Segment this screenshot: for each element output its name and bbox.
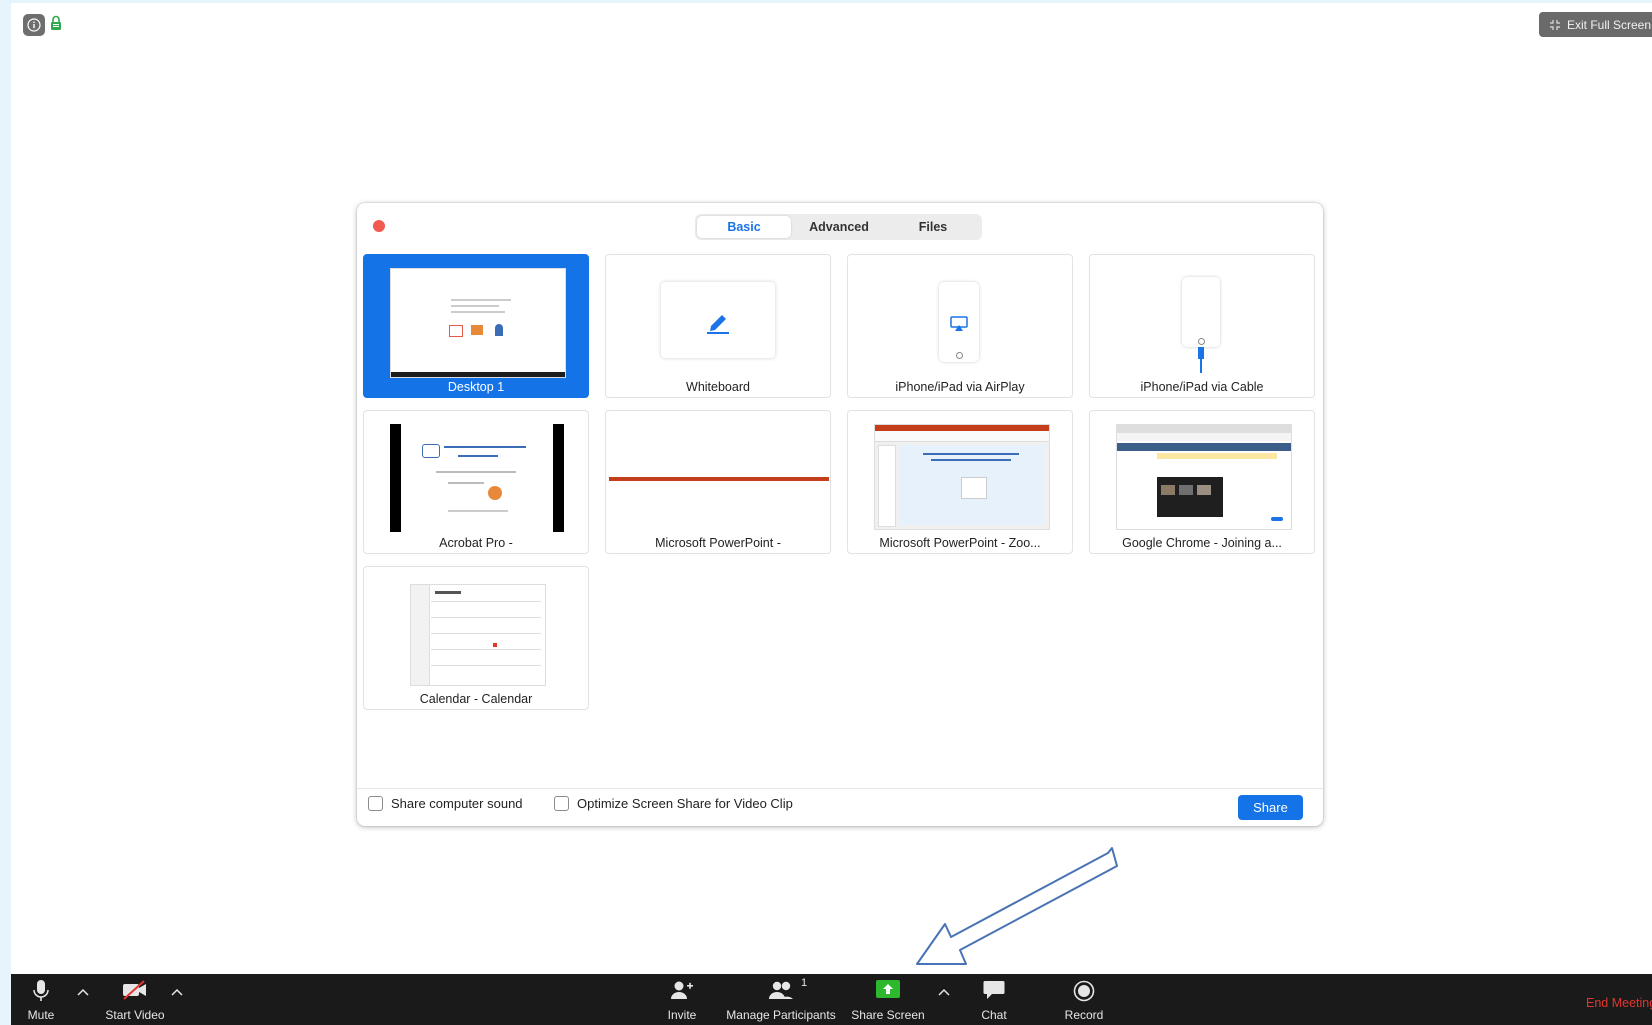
mute-button[interactable]: Mute [23, 974, 59, 1025]
end-meeting-button[interactable]: End Meeting [1586, 996, 1652, 1010]
share-sound-checkbox[interactable] [368, 796, 383, 811]
chrome-thumbnail [1116, 424, 1292, 530]
tile-label: Desktop 1 [447, 380, 505, 394]
pencil-icon [707, 315, 729, 334]
chat-button[interactable]: Chat [974, 974, 1014, 1025]
record-label: Record [1064, 1008, 1104, 1022]
share-tile-calendar[interactable]: Calendar - Calendar [363, 566, 589, 710]
tile-label: Acrobat Pro - [439, 536, 513, 550]
share-tile-whiteboard[interactable]: Whiteboard [605, 254, 831, 398]
share-sound-label: Share computer sound [391, 796, 523, 811]
tile-label: iPhone/iPad via Cable [1140, 380, 1264, 394]
phone-thumbnail [1182, 277, 1220, 347]
share-tile-powerpoint-1[interactable]: Microsoft PowerPoint - [605, 410, 831, 554]
share-tile-chrome[interactable]: Google Chrome - Joining a... [1089, 410, 1315, 554]
share-screen-button[interactable]: Share Screen [851, 974, 925, 1025]
optimize-video-checkbox[interactable] [554, 796, 569, 811]
share-tile-acrobat[interactable]: Acrobat Pro - [363, 410, 589, 554]
exit-full-screen-icon [1550, 19, 1560, 30]
start-video-button[interactable]: Start Video [99, 974, 171, 1025]
tile-label: Microsoft PowerPoint - Zoo... [879, 536, 1041, 550]
participants-icon [769, 981, 793, 999]
chat-icon [983, 981, 1005, 999]
cable-icon [1198, 347, 1204, 373]
tab-basic[interactable]: Basic [697, 216, 791, 238]
powerpoint-thumbnail [874, 424, 1050, 530]
invite-button[interactable]: Invite [662, 974, 702, 1025]
video-off-icon [123, 980, 146, 1000]
share-screen-label: Share Screen [851, 1008, 925, 1022]
exit-full-screen-button[interactable]: Exit Full Screen [1539, 12, 1652, 37]
lock-icon[interactable] [50, 15, 62, 36]
tile-label: iPhone/iPad via AirPlay [895, 380, 1025, 394]
tile-label: Microsoft PowerPoint - [655, 536, 781, 550]
close-dialog-button[interactable] [373, 220, 385, 232]
calendar-thumbnail [410, 584, 546, 686]
share-tile-desktop[interactable]: Desktop 1 [363, 254, 589, 398]
share-screen-icon [876, 980, 900, 998]
meeting-toolbar: Mute Start Video Invite 1 Manage Partici… [11, 974, 1652, 1025]
powerpoint-thumbnail [609, 477, 829, 481]
dialog-footer-divider [357, 788, 1323, 789]
tab-files[interactable]: Files [887, 216, 979, 238]
share-tile-cable[interactable]: iPhone/iPad via Cable [1089, 254, 1315, 398]
phone-thumbnail [939, 282, 979, 362]
exit-full-screen-label: Exit Full Screen [1567, 17, 1652, 32]
tile-label: Calendar - Calendar [419, 692, 533, 706]
optimize-video-option[interactable]: Optimize Screen Share for Video Clip [554, 796, 793, 811]
share-tile-airplay[interactable]: iPhone/iPad via AirPlay [847, 254, 1073, 398]
chevron-up-icon[interactable] [938, 988, 950, 996]
tile-label: Whiteboard [686, 380, 750, 394]
share-tabs: Basic Advanced Files [695, 214, 982, 240]
optimize-video-label: Optimize Screen Share for Video Clip [577, 796, 793, 811]
record-icon [1073, 980, 1095, 1002]
desktop-thumbnail [390, 268, 566, 378]
acrobat-thumbnail [390, 424, 564, 532]
share-sound-option[interactable]: Share computer sound [368, 796, 523, 811]
start-video-label: Start Video [105, 1008, 165, 1022]
chat-label: Chat [981, 1008, 1007, 1022]
chevron-up-icon[interactable] [171, 988, 183, 996]
mute-label: Mute [27, 1008, 55, 1022]
share-tile-powerpoint-2[interactable]: Microsoft PowerPoint - Zoo... [847, 410, 1073, 554]
manage-participants-label: Manage Participants [726, 1008, 836, 1022]
annotation-arrow [916, 847, 1118, 965]
meeting-info-bar [23, 14, 62, 36]
manage-participants-button[interactable]: 1 Manage Participants [725, 974, 837, 1025]
share-button[interactable]: Share [1238, 795, 1303, 820]
info-icon[interactable] [23, 14, 45, 36]
whiteboard-thumbnail [661, 282, 775, 358]
add-user-icon [671, 981, 693, 999]
invite-label: Invite [667, 1008, 697, 1022]
participant-count: 1 [801, 977, 808, 989]
airplay-icon [950, 316, 968, 331]
chevron-up-icon[interactable] [77, 988, 89, 996]
microphone-icon [33, 980, 49, 1001]
record-button[interactable]: Record [1061, 974, 1107, 1025]
share-screen-dialog: Basic Advanced Files Desktop 1 Whiteboar… [357, 203, 1323, 826]
tab-advanced[interactable]: Advanced [791, 216, 887, 238]
tile-label: Google Chrome - Joining a... [1122, 536, 1282, 550]
